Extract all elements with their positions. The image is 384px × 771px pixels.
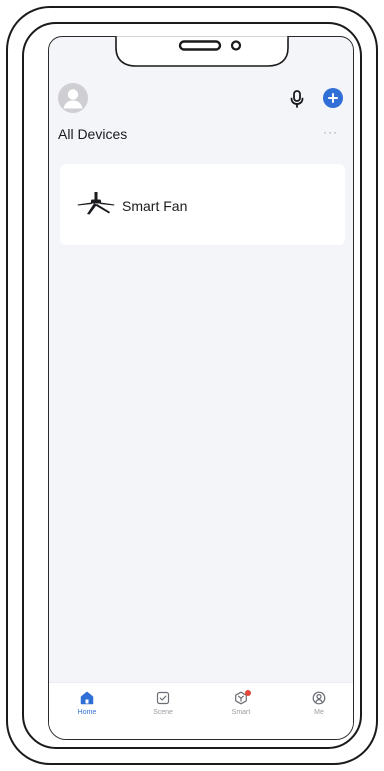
more-options-icon[interactable]: ··· [323, 125, 338, 139]
scene-icon [156, 691, 170, 705]
profile-icon [312, 691, 326, 705]
bottom-nav: Home Scene Smart Me [49, 682, 353, 739]
nav-scene[interactable]: Scene [133, 691, 193, 733]
avatar[interactable] [58, 83, 88, 113]
notification-badge [245, 690, 251, 696]
ceiling-fan-icon [77, 192, 115, 216]
app-screen: All Devices ··· Smart Fan Home Scene Sma… [48, 36, 354, 740]
home-icon [80, 691, 94, 705]
nav-me[interactable]: Me [289, 691, 349, 733]
avatar-icon [63, 89, 83, 109]
page-title: All Devices [58, 126, 128, 142]
add-device-button[interactable] [323, 88, 343, 108]
nav-smart[interactable]: Smart [211, 690, 271, 733]
device-name: Smart Fan [122, 198, 188, 214]
nav-home[interactable]: Home [57, 691, 117, 733]
nav-scene-label: Scene [153, 709, 173, 716]
nav-me-label: Me [314, 709, 324, 716]
microphone-icon[interactable] [289, 90, 305, 108]
device-card[interactable]: Smart Fan [60, 164, 345, 245]
nav-home-label: Home [77, 709, 97, 716]
nav-smart-label: Smart [231, 709, 251, 716]
